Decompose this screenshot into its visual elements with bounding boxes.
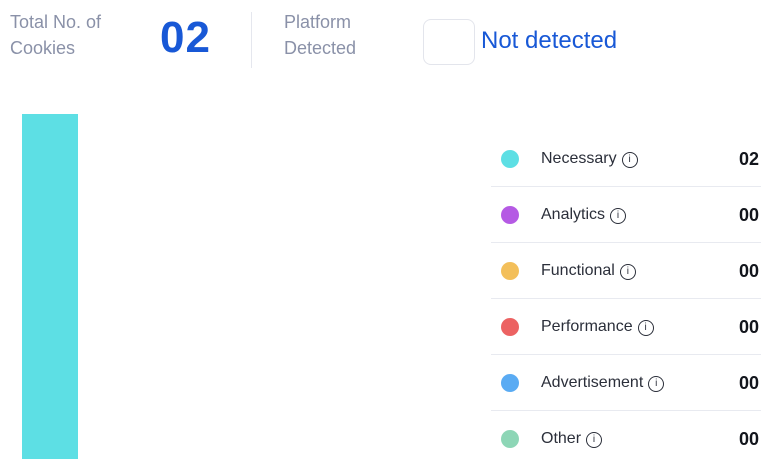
advertisement-color-dot bbox=[501, 374, 519, 392]
legend-label: Analytics i bbox=[541, 204, 627, 226]
legend-item-performance: Performance i 00 bbox=[491, 299, 761, 355]
legend-label-text: Performance bbox=[541, 318, 633, 335]
platform-status: Not detected bbox=[481, 27, 618, 54]
legend-item-necessary: Necessary i 02 bbox=[491, 131, 761, 187]
legend-count: 00 bbox=[738, 261, 759, 281]
cookie-summary-panel: Total No. of Cookies 02 Platform Detecte… bbox=[0, 0, 761, 459]
legend-count: 00 bbox=[738, 373, 759, 393]
info-icon[interactable]: i bbox=[637, 320, 654, 336]
legend-label: Other i bbox=[541, 428, 603, 450]
legend-count: 00 bbox=[738, 317, 759, 337]
header-divider bbox=[251, 12, 252, 68]
legend-item-functional: Functional i 00 bbox=[491, 243, 761, 299]
info-icon[interactable]: i bbox=[648, 376, 665, 392]
legend-label-text: Advertisement bbox=[541, 374, 644, 391]
legend-label-text: Analytics bbox=[541, 206, 606, 223]
legend-label-text: Other bbox=[541, 430, 582, 447]
legend-item-other: Other i 00 bbox=[491, 411, 761, 459]
total-cookies-count: 02 bbox=[160, 13, 211, 62]
legend-label: Functional i bbox=[541, 260, 636, 282]
cookie-category-bar bbox=[22, 114, 78, 459]
necessary-color-dot bbox=[501, 150, 519, 168]
legend-count: 00 bbox=[738, 205, 759, 225]
info-icon[interactable]: i bbox=[586, 432, 603, 448]
legend-label-text: Functional bbox=[541, 262, 615, 279]
info-icon[interactable]: i bbox=[610, 208, 627, 224]
legend-item-advertisement: Advertisement i 00 bbox=[491, 355, 761, 411]
platform-logo-placeholder bbox=[423, 19, 475, 65]
legend-label: Necessary i bbox=[541, 148, 638, 170]
functional-color-dot bbox=[501, 262, 519, 280]
legend-label: Performance i bbox=[541, 316, 654, 338]
legend-count: 00 bbox=[738, 429, 759, 449]
analytics-color-dot bbox=[501, 206, 519, 224]
other-color-dot bbox=[501, 430, 519, 448]
platform-detected-label: Platform Detected bbox=[284, 12, 357, 58]
legend-label-text: Necessary bbox=[541, 150, 617, 167]
performance-color-dot bbox=[501, 318, 519, 336]
bar-segment-necessary bbox=[22, 114, 78, 459]
legend-item-analytics: Analytics i 00 bbox=[491, 187, 761, 243]
legend-count: 02 bbox=[738, 149, 759, 169]
info-icon[interactable]: i bbox=[621, 152, 638, 168]
total-cookies-label: Total No. of Cookies bbox=[10, 12, 102, 58]
legend-label: Advertisement i bbox=[541, 372, 665, 394]
info-icon[interactable]: i bbox=[619, 264, 636, 280]
cookie-category-legend: Necessary i 02 Analytics i 00 Functional i … bbox=[491, 131, 761, 459]
